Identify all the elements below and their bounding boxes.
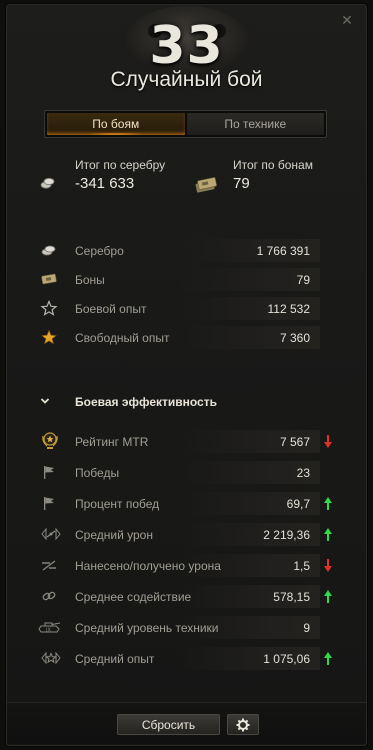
trend-up-icon <box>324 528 332 541</box>
efficiency-label: Средний уровень техники <box>75 621 219 635</box>
income-value: 7 360 <box>279 331 310 345</box>
efficiency-label: Средний урон <box>75 528 153 542</box>
efficiency-label: Нанесено/получено урона <box>75 559 221 573</box>
efficiency-label: Рейтинг MTR <box>75 435 149 449</box>
silver-total-value: -341 633 <box>75 175 135 192</box>
efficiency-row: IX Средний уровень техники 9 <box>36 613 320 644</box>
efficiency-row: Рейтинг MTR 7 567 <box>36 427 332 458</box>
battle-type-title: Случайный бой <box>110 68 263 91</box>
bonds-total-label: Итог по бонам <box>233 158 313 172</box>
ratio-icon <box>42 560 56 571</box>
efficiency-value: 23 <box>296 466 310 480</box>
efficiency-label: Среднее содействие <box>75 590 192 604</box>
silver-coins-icon <box>40 177 55 189</box>
efficiency-row: Средний опыт 1 075,06 <box>36 644 332 675</box>
efficiency-title: Боевая эффективность <box>75 395 217 409</box>
income-row-silver: Серебро 1 766 391 <box>36 236 320 265</box>
efficiency-value: 578,15 <box>273 590 310 604</box>
efficiency-value: 1 075,06 <box>263 652 310 666</box>
assist-icon <box>42 591 56 601</box>
efficiency-label: Процент побед <box>75 497 160 511</box>
income-label: Серебро <box>75 244 124 258</box>
tab-by-vehicles[interactable]: По технике <box>186 113 324 135</box>
trend-down-icon <box>324 435 332 448</box>
income-label: Боны <box>75 273 105 287</box>
tank-tier-icon: IX <box>38 622 61 634</box>
efficiency-value: 7 567 <box>279 435 310 449</box>
income-row-free-xp: Свободный опыт 7 360 <box>36 323 320 352</box>
bonds-stack-icon <box>195 177 217 193</box>
chevron-down-icon[interactable] <box>40 396 50 406</box>
settings-button[interactable] <box>227 714 259 735</box>
efficiency-value: 9 <box>303 621 310 635</box>
income-list: Серебро 1 766 391 Боны 79 Боевой опыт 11… <box>36 236 320 352</box>
trend-up-icon <box>324 590 332 603</box>
efficiency-value: 2 219,36 <box>263 528 310 542</box>
efficiency-row: Средний урон 2 219,36 <box>36 520 332 551</box>
efficiency-label: Победы <box>75 466 120 480</box>
income-value: 112 532 <box>267 302 311 316</box>
efficiency-value: 1,5 <box>293 559 310 573</box>
income-value: 1 766 391 <box>256 244 310 258</box>
flag-icon <box>44 466 54 479</box>
efficiency-row: Нанесено/получено урона 1,5 <box>36 551 332 582</box>
star-gold-icon <box>41 329 57 345</box>
damage-icon <box>41 527 61 541</box>
trend-down-icon <box>324 559 332 572</box>
silver-total-label: Итог по серебру <box>75 158 166 172</box>
efficiency-label: Средний опыт <box>75 652 155 666</box>
tab-by-battles[interactable]: По боям <box>47 113 185 135</box>
reset-button[interactable]: Сбросить <box>117 714 220 735</box>
income-value: 79 <box>296 273 310 287</box>
income-row-bonds: Боны 79 <box>36 265 320 294</box>
silver-icon <box>41 245 56 256</box>
efficiency-list: Рейтинг MTR 7 567 Победы 23 Процент побе… <box>36 427 332 675</box>
gear-icon <box>236 718 250 731</box>
mtr-rating-icon <box>42 432 58 449</box>
income-label: Боевой опыт <box>75 302 147 316</box>
efficiency-row: Среднее содействие 578,15 <box>36 582 332 613</box>
trend-up-icon <box>324 652 332 665</box>
income-row-battle-xp: Боевой опыт 112 532 <box>36 294 320 323</box>
avg-xp-icon <box>41 651 61 665</box>
star-outline-icon <box>40 300 58 316</box>
footer-bar: Сбросить <box>7 702 366 744</box>
trend-up-icon <box>324 497 332 510</box>
svg-text:IX: IX <box>46 628 51 634</box>
flag-icon <box>44 497 54 510</box>
view-tabs: По боям По технике <box>44 110 327 138</box>
bonds-total-value: 79 <box>233 175 250 192</box>
totals-summary: Итог по серебру -341 633 Итог по бонам 7… <box>0 158 373 202</box>
bonds-icon <box>41 273 57 285</box>
battle-count: 33 <box>149 16 224 76</box>
efficiency-value: 69,7 <box>286 497 310 511</box>
efficiency-row: Победы 23 <box>36 458 320 489</box>
efficiency-row: Процент побед 69,7 <box>36 489 332 520</box>
income-label: Свободный опыт <box>75 331 170 345</box>
